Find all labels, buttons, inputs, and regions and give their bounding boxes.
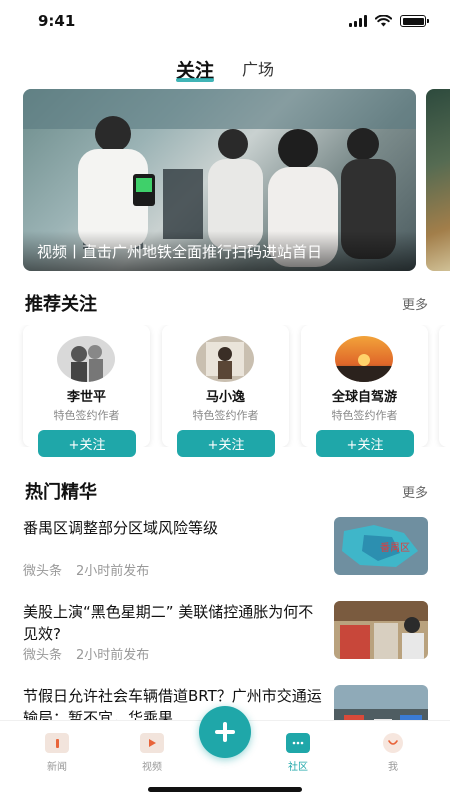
news-icon <box>45 733 69 753</box>
follow-button[interactable]: +关注 <box>177 430 275 457</box>
banner-carousel[interactable]: 视频丨直击广州地铁全面推行扫码进站首日 <box>0 89 450 271</box>
news-source: 微头条 <box>23 564 63 579</box>
avatar <box>57 336 115 382</box>
recommend-title: 推荐关注 <box>19 290 103 316</box>
signal-icon <box>349 15 367 27</box>
news-title: 美股上演“黑色星期二” 美联储控通胀为何不见效? <box>23 603 314 643</box>
status-bar: 9:41 <box>0 0 450 44</box>
news-thumbnail: 番禺区 <box>334 517 428 575</box>
profile-icon <box>383 733 403 753</box>
follow-button-wrap: +关注 <box>177 430 275 457</box>
news-time: 2小时前发布 <box>76 564 150 579</box>
avatar <box>196 336 254 382</box>
recommend-list: 李世平 特色签约作者 马小逸 特色签约作者 全球自驾游 特色签约作者 <box>0 325 450 447</box>
hot-title-text: 热门精华 <box>25 482 97 503</box>
publish-button[interactable] <box>199 706 251 758</box>
tab-square[interactable]: 广场 <box>240 52 276 84</box>
tab-follow[interactable]: 关注 <box>174 52 216 84</box>
follow-button[interactable]: +关注 <box>316 430 414 457</box>
status-icons <box>349 15 429 27</box>
news-title: 番禺区调整部分区域风险等级 <box>23 519 219 537</box>
author-card[interactable]: 全球自驾游 特色签约作者 <box>301 325 428 447</box>
banner-card[interactable]: 视频丨直击广州地铁全面推行扫码进站首日 <box>23 89 416 271</box>
nav-item-profile[interactable]: 我 <box>363 733 423 773</box>
hot-header: 热门精华 更多 <box>19 477 428 505</box>
follow-button-wrap: +关注 <box>38 430 136 457</box>
battery-icon <box>400 15 429 27</box>
news-time: 2小时前发布 <box>76 648 150 663</box>
author-name: 李世平 <box>66 390 106 405</box>
nav-item-video[interactable]: 视频 <box>122 733 182 773</box>
top-tabs: 关注 广场 <box>0 52 450 84</box>
news-source: 微头条 <box>23 648 63 663</box>
author-role: 特色签约作者 <box>192 409 259 422</box>
community-icon <box>286 733 310 753</box>
follow-button-wrap: +关注 <box>316 430 414 457</box>
author-card-next[interactable] <box>439 325 450 447</box>
nav-label: 视频 <box>142 762 162 773</box>
news-thumbnail <box>334 601 428 659</box>
thumbnail-map-label: 番禺区 <box>380 542 410 554</box>
news-item[interactable]: 美股上演“黑色星期二” 美联储控通胀为何不见效? 微头条 2小时前发布 <box>23 601 428 663</box>
recommend-title-text: 推荐关注 <box>25 294 97 315</box>
nav-label: 新闻 <box>47 762 67 773</box>
author-name: 马小逸 <box>205 390 245 405</box>
nav-label: 我 <box>388 762 398 773</box>
recommend-more-link[interactable]: 更多 <box>402 294 428 313</box>
wifi-icon <box>375 15 392 27</box>
author-role: 特色签约作者 <box>331 409 398 422</box>
author-card[interactable]: 马小逸 特色签约作者 <box>162 325 289 447</box>
news-item[interactable]: 番禺区调整部分区域风险等级 微头条 2小时前发布 番禺区 <box>23 517 428 579</box>
banner-caption: 视频丨直击广州地铁全面推行扫码进站首日 <box>23 231 416 271</box>
banner-next-card[interactable] <box>426 89 450 271</box>
home-indicator <box>148 787 302 792</box>
nav-label: 社区 <box>288 762 308 773</box>
author-role: 特色签约作者 <box>53 409 120 422</box>
hot-more-link[interactable]: 更多 <box>402 482 428 501</box>
plus-icon <box>215 722 235 742</box>
news-meta: 微头条 2小时前发布 <box>23 560 149 579</box>
nav-item-community[interactable]: 社区 <box>268 733 328 773</box>
status-time: 9:41 <box>38 12 76 30</box>
author-card[interactable]: 李世平 特色签约作者 <box>23 325 150 447</box>
author-name: 全球自驾游 <box>331 390 397 405</box>
avatar <box>335 336 393 382</box>
nav-item-news[interactable]: 新闻 <box>27 733 87 773</box>
hot-title: 热门精华 <box>19 478 103 504</box>
news-meta: 微头条 2小时前发布 <box>23 644 149 663</box>
follow-button[interactable]: +关注 <box>38 430 136 457</box>
recommend-header: 推荐关注 更多 <box>19 289 428 317</box>
video-icon <box>140 733 164 753</box>
